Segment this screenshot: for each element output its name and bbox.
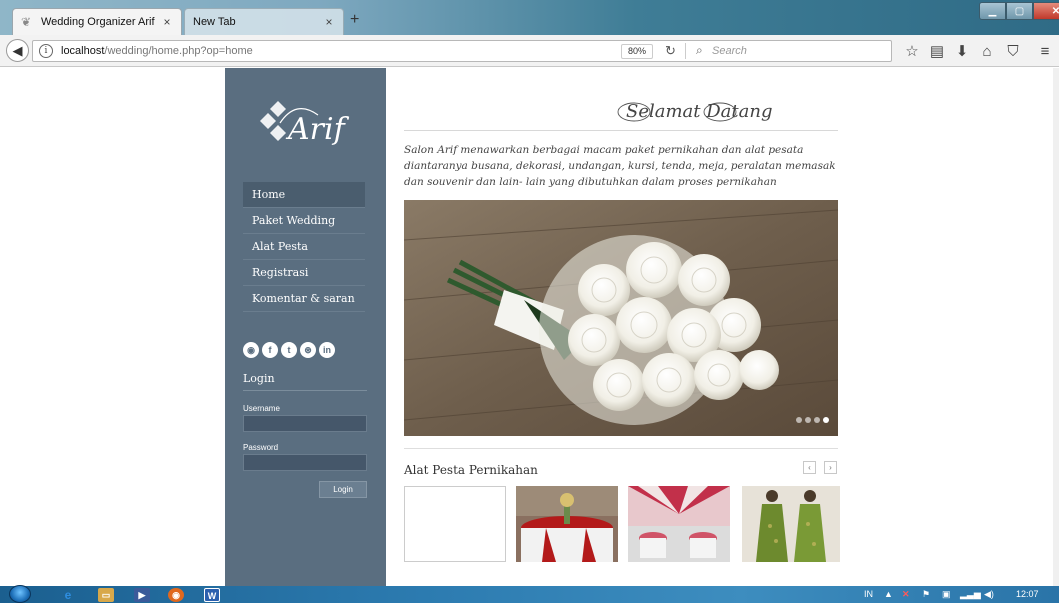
login-heading: Login [243, 372, 275, 385]
divider [404, 448, 838, 449]
media-player-icon[interactable]: ▶ [134, 588, 150, 602]
username-label: Username [243, 404, 280, 413]
tab-wedding-organizer[interactable]: ❦ Wedding Organizer Arif × [12, 8, 182, 35]
logo-text: Arif [285, 112, 350, 147]
slider-dots [796, 417, 829, 423]
leaf-favicon-icon: ❦ [21, 15, 32, 29]
firefox-icon[interactable]: ◉ [168, 588, 184, 602]
window-controls: ▁ ▢ ✕ [979, 2, 1059, 20]
arif-logo[interactable]: Arif [256, 93, 366, 155]
carousel-prev-icon[interactable]: ‹ [803, 461, 816, 474]
language-indicator[interactable]: IN [864, 589, 873, 599]
tray-arrow-icon[interactable]: ▲ [884, 589, 893, 599]
browser-tab-bar: ❦ Wedding Organizer Arif × New Tab × + ▁… [0, 0, 1059, 35]
maximize-icon[interactable]: ▢ [1006, 2, 1033, 20]
search-icon: ⌕ [696, 43, 703, 57]
volume-icon[interactable]: ◀) [984, 589, 994, 600]
twitter-icon[interactable]: t [281, 342, 297, 358]
url-bar[interactable]: i localhost/wedding/home.php?op=home 80%… [32, 40, 892, 62]
minimize-icon[interactable]: ▁ [979, 2, 1006, 20]
windows-taskbar [0, 586, 1059, 603]
social-icons: ◉ f t ⊛ in [243, 342, 335, 358]
divider [404, 130, 838, 131]
info-icon[interactable]: i [39, 44, 53, 58]
slider-dot[interactable] [796, 417, 802, 423]
bookmark-star-icon[interactable]: ☆ [903, 43, 921, 61]
sidebar-menu: Home Paket Wedding Alat Pesta Registrasi… [243, 182, 365, 312]
reading-list-icon[interactable]: ▤ [928, 43, 946, 61]
thumbnail-red-table[interactable] [516, 486, 618, 562]
thumbnail-green-dresses[interactable] [740, 486, 842, 562]
new-tab-plus-icon[interactable]: + [350, 12, 366, 28]
dribbble-icon[interactable]: ⊛ [300, 342, 316, 358]
thumbnail-pink-tent[interactable] [628, 486, 730, 562]
back-arrow-icon[interactable]: ◀ [6, 39, 29, 62]
signal-icon[interactable]: ▂▃▅ [960, 589, 981, 600]
divider [685, 43, 686, 59]
clock[interactable]: 12:07 [1016, 589, 1039, 599]
browser-nav-bar: ◀ i localhost/wedding/home.php?op=home 8… [0, 35, 1059, 67]
url-path: /wedding/home.php?op=home [104, 45, 253, 57]
scrollbar[interactable] [1053, 68, 1059, 586]
section-title: Alat Pesta Pernikahan [404, 463, 538, 477]
home-icon[interactable]: ⌂ [978, 43, 996, 61]
zoom-level[interactable]: 80% [621, 44, 653, 59]
greeting-heading: Selamat Datang [617, 101, 772, 122]
start-button-icon[interactable] [9, 585, 31, 603]
menu-hamburger-icon[interactable]: ≡ [1036, 43, 1054, 61]
file-explorer-icon[interactable]: ▭ [98, 588, 114, 602]
menu-item-home[interactable]: Home [243, 182, 365, 208]
pocket-icon[interactable]: ⛉ [1004, 43, 1022, 61]
tab-title: New Tab [193, 16, 236, 28]
username-input[interactable] [243, 415, 367, 432]
carousel-next-icon[interactable]: › [824, 461, 837, 474]
download-icon[interactable]: ⬇ [953, 43, 971, 61]
close-window-icon[interactable]: ✕ [1033, 2, 1059, 20]
network-error-icon[interactable]: ✕ [902, 589, 910, 600]
linkedin-icon[interactable]: in [319, 342, 335, 358]
intro-paragraph: Salon Arif menawarkan berbagai macam pak… [404, 144, 836, 188]
slider-dot-active[interactable] [823, 417, 829, 423]
hero-slider-image[interactable] [404, 200, 838, 436]
password-input[interactable] [243, 454, 367, 471]
rss-icon[interactable]: ◉ [243, 342, 259, 358]
word-icon[interactable]: W [204, 588, 220, 602]
menu-item-registrasi[interactable]: Registrasi [243, 260, 365, 286]
facebook-icon[interactable]: f [262, 342, 278, 358]
menu-item-alat-pesta[interactable]: Alat Pesta [243, 234, 365, 260]
tab-title: Wedding Organizer Arif [41, 16, 155, 28]
slider-dot[interactable] [805, 417, 811, 423]
flag-icon[interactable]: ⚑ [922, 589, 930, 600]
slider-dot[interactable] [814, 417, 820, 423]
internet-explorer-icon[interactable]: e [60, 588, 76, 602]
close-tab-icon[interactable]: × [323, 15, 335, 29]
search-input[interactable]: Search [712, 45, 747, 57]
tab-new-tab[interactable]: New Tab × [184, 8, 344, 35]
menu-item-paket-wedding[interactable]: Paket Wedding [243, 208, 365, 234]
monitor-icon[interactable]: ▣ [942, 589, 951, 600]
menu-item-komentar-saran[interactable]: Komentar & saran [243, 286, 365, 312]
thumbnail-blank[interactable] [404, 486, 506, 562]
url-text[interactable]: localhost/wedding/home.php?op=home [61, 45, 253, 57]
divider [243, 390, 367, 391]
reload-icon[interactable]: ↻ [665, 43, 676, 59]
greeting-text: Selamat Datang [626, 101, 772, 122]
password-label: Password [243, 443, 279, 452]
url-host: localhost [61, 45, 105, 57]
login-button[interactable]: Login [319, 481, 367, 498]
close-tab-icon[interactable]: × [161, 15, 173, 29]
